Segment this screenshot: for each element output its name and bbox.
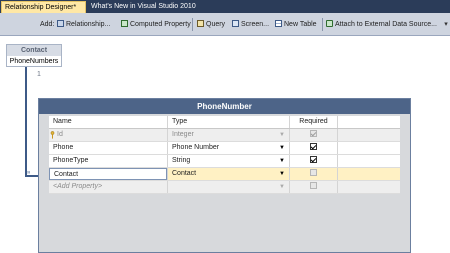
property-type: ▼ <box>167 181 289 193</box>
required-checkbox[interactable] <box>310 156 317 163</box>
column-header-type: Type <box>167 116 289 128</box>
screen-label: Screen... <box>241 21 270 28</box>
add-property-row[interactable]: <Add Property> ▼ <box>49 181 400 194</box>
tab-whats-new[interactable]: What's New in Visual Studio 2010 <box>88 1 213 13</box>
required-checkbox[interactable] <box>310 143 317 150</box>
property-grid: Name Type Required Id Integer ▼ Phone Ph… <box>49 116 400 194</box>
computed-property-label: Computed Property <box>130 21 191 28</box>
grid-header-row: Name Type Required <box>49 116 400 129</box>
computed-property-icon <box>121 20 128 27</box>
required-cell <box>289 168 337 180</box>
required-checkbox <box>310 130 317 137</box>
add-query-button[interactable]: Query <box>197 19 225 31</box>
query-label: Query <box>206 21 226 28</box>
property-type-text: Contact <box>172 170 197 177</box>
column-header-name: Name <box>53 118 72 125</box>
required-checkbox <box>310 169 317 176</box>
add-computed-property-button[interactable]: Computed Property <box>121 19 191 31</box>
property-type-text: String <box>172 157 191 164</box>
entity-phonenumber[interactable]: PhoneNumber Name Type Required Id Intege… <box>38 98 411 253</box>
empty-cell <box>337 168 400 180</box>
empty-cell <box>337 181 400 193</box>
multiplicity-label: 1 <box>37 71 41 78</box>
required-cell <box>289 142 337 154</box>
attach-data-source-icon <box>326 20 333 27</box>
required-cell <box>289 181 337 193</box>
relationship-icon <box>57 20 64 27</box>
column-header-empty <box>337 116 400 128</box>
property-type-text: Phone Number <box>172 144 220 151</box>
property-type-text: Integer <box>172 131 194 138</box>
property-name-text: Contact <box>54 171 79 178</box>
new-table-label: New Table <box>284 21 317 28</box>
attach-external-data-button[interactable]: Attach to External Data Source... <box>326 19 437 31</box>
chevron-down-icon[interactable]: ▼ <box>279 168 285 180</box>
property-type[interactable]: Contact ▼ <box>167 168 289 180</box>
tab-relationship-designer[interactable]: Relationship Designer* <box>1 1 86 13</box>
document-tab-bar: Relationship Designer* What's New in Vis… <box>0 0 450 13</box>
chevron-down-icon: ▼ <box>279 132 285 138</box>
chevron-down-icon[interactable]: ▼ <box>279 142 285 154</box>
add-property-placeholder[interactable]: <Add Property> <box>49 181 167 193</box>
add-screen-button[interactable]: Screen... <box>232 19 269 31</box>
new-table-button[interactable]: New Table <box>275 19 317 31</box>
related-entity-field[interactable]: PhoneNumbers <box>7 56 61 67</box>
required-cell <box>289 129 337 141</box>
column-header-required: Required <box>289 116 337 128</box>
chevron-down-icon: ▼ <box>279 184 285 190</box>
query-icon <box>197 20 204 27</box>
key-icon <box>50 131 55 139</box>
property-name-input[interactable]: Contact <box>49 168 167 180</box>
related-entity-contact[interactable]: Contact PhoneNumbers <box>6 44 62 67</box>
empty-cell <box>337 155 400 167</box>
toolbar-overflow-icon[interactable]: ▾ <box>442 19 450 31</box>
table-row[interactable]: Id Integer ▼ <box>49 129 400 142</box>
required-cell <box>289 155 337 167</box>
relationship-connector[interactable] <box>25 67 27 176</box>
add-relationship-label: Relationship... <box>66 21 111 28</box>
property-type[interactable]: String ▼ <box>167 155 289 167</box>
property-name: Id <box>49 129 167 141</box>
property-type[interactable]: Integer ▼ <box>167 129 289 141</box>
attach-external-data-label: Attach to External Data Source... <box>335 21 437 28</box>
designer-toolbar: Add: Relationship... Computed Property Q… <box>0 13 450 36</box>
add-label: Add: <box>40 21 55 28</box>
empty-cell <box>337 129 400 141</box>
toolbar-separator <box>322 18 323 31</box>
property-name-text: Id <box>57 131 63 138</box>
toolbar-separator <box>192 18 193 31</box>
table-row[interactable]: Phone Phone Number ▼ <box>49 142 400 155</box>
property-type[interactable]: Phone Number ▼ <box>167 142 289 154</box>
many-multiplicity-marker: ∞ <box>26 170 31 176</box>
table-row[interactable]: PhoneType String ▼ <box>49 155 400 168</box>
table-row-selected[interactable]: Contact Contact ▼ <box>49 168 400 181</box>
add-relationship-button[interactable]: Relationship... <box>57 19 110 31</box>
property-name[interactable]: PhoneType <box>49 155 167 167</box>
screen-icon <box>232 20 239 27</box>
entity-title: PhoneNumber <box>39 99 410 114</box>
related-entity-title: Contact <box>7 45 61 56</box>
required-checkbox <box>310 182 317 189</box>
property-name[interactable]: Phone <box>49 142 167 154</box>
new-table-icon <box>275 20 282 27</box>
empty-cell <box>337 142 400 154</box>
chevron-down-icon[interactable]: ▼ <box>279 155 285 167</box>
